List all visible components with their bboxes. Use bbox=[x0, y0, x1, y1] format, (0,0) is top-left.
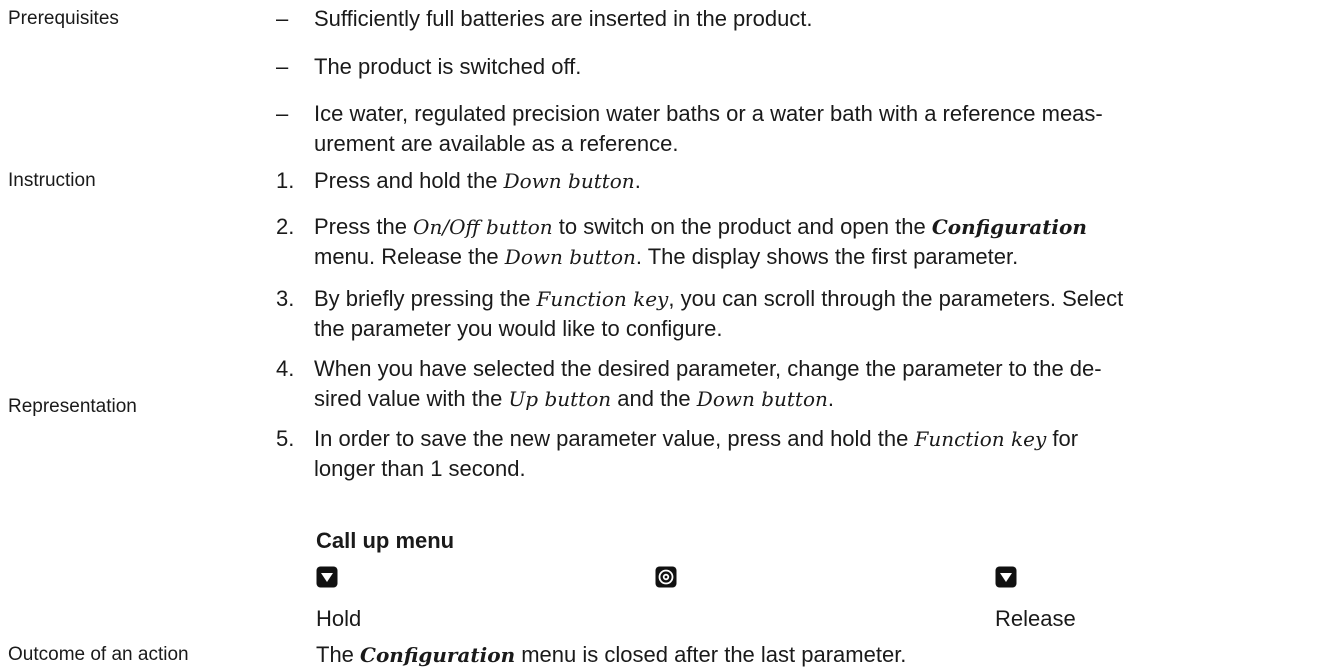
outcome-text-part: The bbox=[316, 642, 361, 667]
instruction-step: 4. When you have selected the desired pa… bbox=[276, 354, 1316, 414]
prerequisite-item: – The product is switched off. bbox=[276, 52, 1316, 82]
step-text-part: Press the bbox=[314, 214, 414, 239]
representation-heading: Call up menu bbox=[316, 528, 455, 553]
release-caption: Release bbox=[995, 606, 1076, 631]
step-text: When you have selected the desired param… bbox=[314, 354, 1316, 414]
step-text: Press the On/Off button to switch on the… bbox=[314, 212, 1316, 272]
instruction-step: 1. Press and hold the Down button. bbox=[276, 166, 1316, 196]
outcome-menu-name: Configuration bbox=[360, 643, 516, 667]
step-text-part: longer than 1 second. bbox=[314, 456, 526, 481]
step-button-name: On/Off button bbox=[413, 215, 553, 239]
dash-marker: – bbox=[276, 101, 289, 126]
step-text-part: the parameter you would like to configur… bbox=[314, 316, 723, 341]
step-text-part: When you have selected the desired param… bbox=[314, 356, 1102, 381]
prerequisites-label: Prerequisites bbox=[8, 8, 119, 29]
step-text-part: By briefly pressing the bbox=[314, 286, 537, 311]
dash-marker: – bbox=[276, 6, 289, 31]
step-menu-name: Configuration bbox=[931, 215, 1087, 239]
instruction-step: 5. In order to save the new parameter va… bbox=[276, 424, 1316, 484]
step-text-part: In order to save the new parameter value… bbox=[314, 426, 915, 451]
down-button-icon bbox=[995, 566, 1017, 588]
step-text-part: and the bbox=[611, 386, 697, 411]
step-text-part: . bbox=[827, 386, 835, 411]
step-button-name: Down button bbox=[503, 169, 635, 193]
instruction-step: 3. By briefly pressing the Function key,… bbox=[276, 284, 1316, 344]
step-text-part: , you can scroll through the parameters.… bbox=[668, 286, 1124, 311]
prerequisite-item: – Sufficiently full batteries are insert… bbox=[276, 4, 1316, 34]
step-text-part: . The display shows the first parameter. bbox=[635, 244, 1019, 269]
step-button-name: Up button bbox=[508, 387, 612, 411]
step-text-part: menu. Release the bbox=[314, 244, 505, 269]
step-text: By briefly pressing the Function key, yo… bbox=[314, 284, 1316, 344]
step-text-part: . bbox=[634, 168, 641, 193]
dash-marker: – bbox=[276, 54, 289, 79]
outcome-text: The Configuration menu is closed after t… bbox=[316, 640, 1316, 670]
step-number: 4. bbox=[276, 356, 295, 381]
instruction-step: 2. Press the On/Off button to switch on … bbox=[276, 212, 1316, 272]
step-number: 3. bbox=[276, 286, 295, 311]
step-button-name: Down button bbox=[504, 245, 636, 269]
step-button-name: Down button bbox=[696, 387, 828, 411]
prerequisite-text: Ice water, regulated precision water bat… bbox=[314, 99, 1316, 159]
step-number: 5. bbox=[276, 426, 295, 451]
step-text: In order to save the new parameter value… bbox=[314, 424, 1316, 484]
prerequisite-text-line: Ice water, regulated precision water bat… bbox=[314, 101, 1103, 126]
step-text-part: for bbox=[1046, 426, 1079, 451]
step-text-part: to switch on the product and open the bbox=[552, 214, 932, 239]
prerequisite-text: Sufficiently full batteries are inserted… bbox=[314, 6, 813, 31]
step-number: 2. bbox=[276, 214, 295, 239]
hold-caption: Hold bbox=[316, 606, 362, 631]
step-key-name: Function key bbox=[914, 427, 1047, 451]
representation-label: Representation bbox=[8, 396, 137, 417]
instruction-label: Instruction bbox=[8, 170, 96, 191]
step-key-name: Function key bbox=[536, 287, 669, 311]
outcome-text-part: menu is closed after the last parameter. bbox=[515, 642, 907, 667]
prerequisite-item: – Ice water, regulated precision water b… bbox=[276, 99, 1316, 159]
step-text-part: sired value with the bbox=[314, 386, 509, 411]
step-text-part: Press and hold the bbox=[314, 168, 504, 193]
step-text: Press and hold the Down button. bbox=[314, 166, 1316, 196]
down-button-icon bbox=[316, 566, 338, 588]
on-off-button-icon bbox=[655, 566, 677, 588]
prerequisite-text: The product is switched off. bbox=[314, 54, 582, 79]
prerequisite-text-line: urement are available as a reference. bbox=[314, 131, 679, 156]
outcome-label: Outcome of an action bbox=[8, 644, 189, 665]
step-number: 1. bbox=[276, 168, 295, 193]
